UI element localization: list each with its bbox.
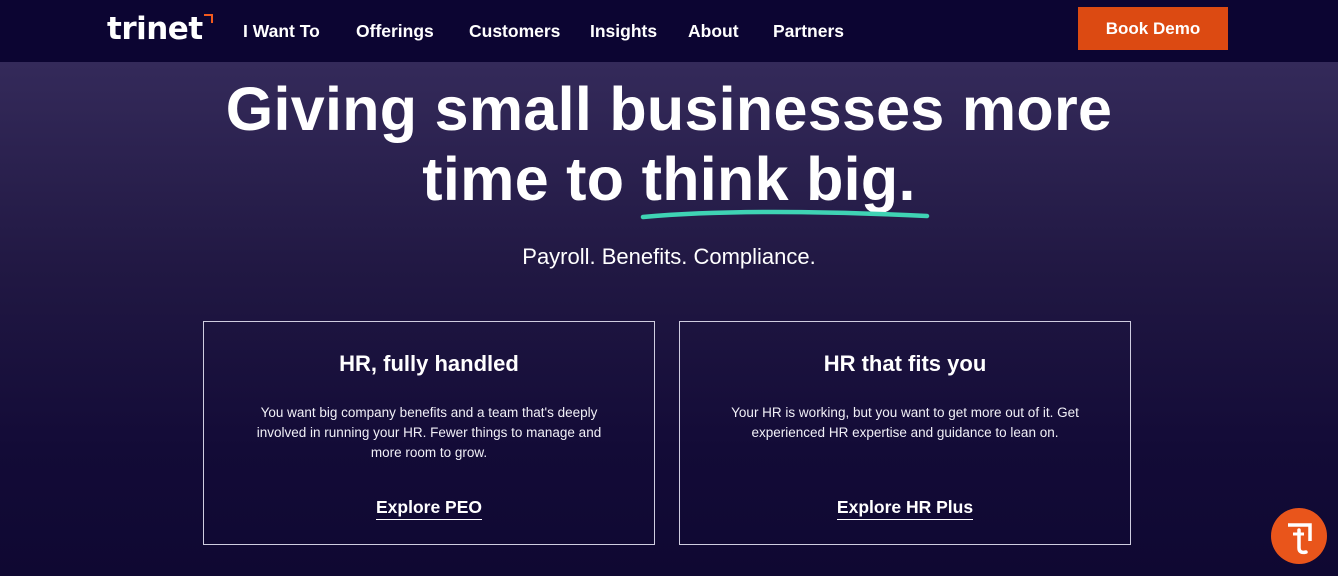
peo-card: HR, fully handled You want big company b…	[203, 321, 655, 545]
trinet-t-icon	[1288, 523, 1312, 555]
headline-period: .	[898, 145, 916, 213]
book-demo-button[interactable]: Book Demo	[1078, 7, 1228, 50]
peo-card-title: HR, fully handled	[339, 351, 519, 376]
explore-peo-link[interactable]: Explore PEO	[375, 497, 482, 520]
nav-item-partners[interactable]: Partners	[773, 20, 844, 42]
nav-item-offerings[interactable]: Offerings	[356, 20, 434, 42]
hero-headline: Giving small businesses more time to thi…	[0, 74, 1338, 220]
explore-hr-plus-link[interactable]: Explore HR Plus	[836, 497, 974, 520]
headline-emphasis-text: think big	[641, 145, 899, 213]
hr-plus-card-title: HR that fits you	[823, 351, 987, 376]
trinet-logo[interactable]: trinet	[107, 10, 203, 48]
nav-item-i-want-to[interactable]: I Want To	[243, 20, 320, 42]
hero-subheadline: Payroll. Benefits. Compliance.	[522, 244, 816, 269]
headline-line-2: time to think big.	[0, 144, 1338, 220]
headline-prefix: time to	[422, 145, 625, 213]
hr-plus-card: HR that fits you Your HR is working, but…	[679, 321, 1131, 545]
peo-link-wrapper: Explore PEO	[204, 495, 654, 520]
hr-plus-link-wrapper: Explore HR Plus	[680, 495, 1130, 520]
headline-emphasis: think big	[640, 144, 929, 220]
peo-card-description: You want big company benefits and a team…	[256, 405, 602, 460]
teal-underline-icon	[640, 209, 929, 220]
nav-item-about[interactable]: About	[688, 20, 739, 42]
chat-widget-button[interactable]	[1271, 508, 1327, 564]
hr-plus-card-description: Your HR is working, but you want to get …	[731, 405, 1079, 440]
headline-line-1: Giving small businesses more	[225, 75, 1113, 143]
nav-item-customers[interactable]: Customers	[469, 20, 560, 42]
logo-corner-icon	[204, 14, 213, 23]
nav-item-insights[interactable]: Insights	[590, 20, 657, 42]
top-navigation: trinet I Want To Offerings Customers Ins…	[0, 0, 1338, 62]
